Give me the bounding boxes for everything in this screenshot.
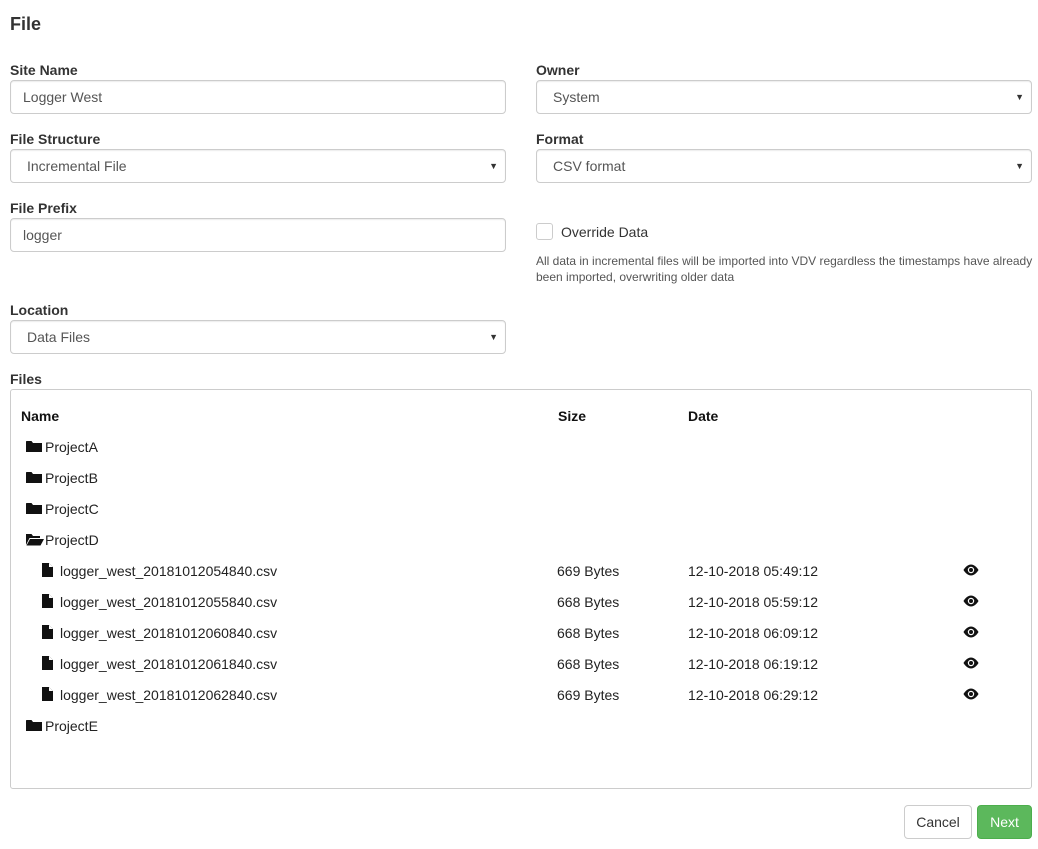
- location-label: Location: [10, 302, 69, 318]
- file-row[interactable]: logger_west_20181012061840.csv 668 Bytes…: [11, 655, 1031, 686]
- folder-name: ProjectB: [45, 470, 98, 486]
- folder-row[interactable]: ProjectA: [11, 438, 1031, 469]
- next-button[interactable]: Next: [977, 805, 1032, 839]
- override-data-label[interactable]: Override Data: [561, 224, 648, 240]
- file-icon: [42, 563, 53, 577]
- file-date: 12-10-2018 05:49:12: [688, 563, 818, 579]
- file-date: 12-10-2018 05:59:12: [688, 594, 818, 610]
- chevron-down-icon: ▼: [489, 161, 498, 171]
- cancel-button[interactable]: Cancel: [904, 805, 972, 839]
- override-help-text: All data in incremental files will be im…: [536, 254, 1033, 284]
- file-icon: [42, 687, 53, 701]
- folder-row[interactable]: ProjectC: [11, 500, 1031, 531]
- format-select-value: CSV format: [553, 158, 626, 174]
- folder-open-icon: [26, 534, 44, 546]
- file-structure-select-value: Incremental File: [27, 158, 127, 174]
- file-prefix-input[interactable]: logger: [10, 218, 506, 252]
- owner-label: Owner: [536, 62, 580, 78]
- folder-icon: [26, 441, 42, 452]
- eye-icon[interactable]: [963, 657, 979, 669]
- file-browser: Name Size Date ProjectA ProjectB Project…: [10, 389, 1032, 789]
- folder-row[interactable]: ProjectE: [11, 717, 1031, 748]
- owner-select[interactable]: System ▼: [536, 80, 1032, 114]
- file-row[interactable]: logger_west_20181012054840.csv 669 Bytes…: [11, 562, 1031, 593]
- column-header-date[interactable]: Date: [688, 408, 718, 424]
- file-icon: [42, 656, 53, 670]
- file-name: logger_west_20181012055840.csv: [60, 594, 278, 610]
- file-prefix-label: File Prefix: [10, 200, 77, 216]
- column-header-size[interactable]: Size: [558, 408, 586, 424]
- folder-icon: [26, 720, 42, 731]
- chevron-down-icon: ▼: [489, 332, 498, 342]
- file-structure-label: File Structure: [10, 131, 101, 147]
- file-size: 668 Bytes: [557, 625, 620, 641]
- site-name-label: Site Name: [10, 62, 78, 78]
- site-name-input[interactable]: Logger West: [10, 80, 506, 114]
- file-name: logger_west_20181012061840.csv: [60, 656, 278, 672]
- location-select-value: Data Files: [27, 329, 91, 345]
- file-size: 668 Bytes: [557, 594, 620, 610]
- format-label: Format: [536, 131, 584, 147]
- file-icon: [42, 594, 53, 608]
- file-row[interactable]: logger_west_20181012055840.csv 668 Bytes…: [11, 593, 1031, 624]
- file-date: 12-10-2018 06:19:12: [688, 656, 818, 672]
- file-date: 12-10-2018 06:09:12: [688, 625, 818, 641]
- folder-name: ProjectA: [45, 439, 98, 455]
- column-header-name[interactable]: Name: [21, 408, 59, 424]
- folder-row[interactable]: ProjectD: [11, 531, 1031, 562]
- chevron-down-icon: ▼: [1015, 161, 1024, 171]
- file-name: logger_west_20181012062840.csv: [60, 687, 278, 703]
- file-name: logger_west_20181012060840.csv: [60, 625, 278, 641]
- folder-row[interactable]: ProjectB: [11, 469, 1031, 500]
- eye-icon[interactable]: [963, 626, 979, 638]
- format-select[interactable]: CSV format ▼: [536, 149, 1032, 183]
- override-data-checkbox[interactable]: [536, 223, 553, 240]
- eye-icon[interactable]: [963, 564, 979, 576]
- folder-name: ProjectE: [45, 718, 98, 734]
- folder-icon: [26, 503, 42, 514]
- file-structure-select[interactable]: Incremental File ▼: [10, 149, 506, 183]
- file-size: 668 Bytes: [557, 656, 620, 672]
- eye-icon[interactable]: [963, 688, 979, 700]
- location-select[interactable]: Data Files ▼: [10, 320, 506, 354]
- file-row[interactable]: logger_west_20181012062840.csv 669 Bytes…: [11, 686, 1031, 717]
- file-icon: [42, 625, 53, 639]
- file-size: 669 Bytes: [557, 563, 620, 579]
- owner-select-value: System: [553, 89, 600, 105]
- file-date: 12-10-2018 06:29:12: [688, 687, 818, 703]
- file-name: logger_west_20181012054840.csv: [60, 563, 278, 579]
- folder-name: ProjectD: [45, 532, 99, 548]
- folder-icon: [26, 472, 42, 483]
- page-title: File: [10, 14, 42, 34]
- file-row[interactable]: logger_west_20181012060840.csv 668 Bytes…: [11, 624, 1031, 655]
- folder-name: ProjectC: [45, 501, 99, 517]
- file-size: 669 Bytes: [557, 687, 620, 703]
- chevron-down-icon: ▼: [1015, 92, 1024, 102]
- eye-icon[interactable]: [963, 595, 979, 607]
- files-label: Files: [10, 371, 42, 387]
